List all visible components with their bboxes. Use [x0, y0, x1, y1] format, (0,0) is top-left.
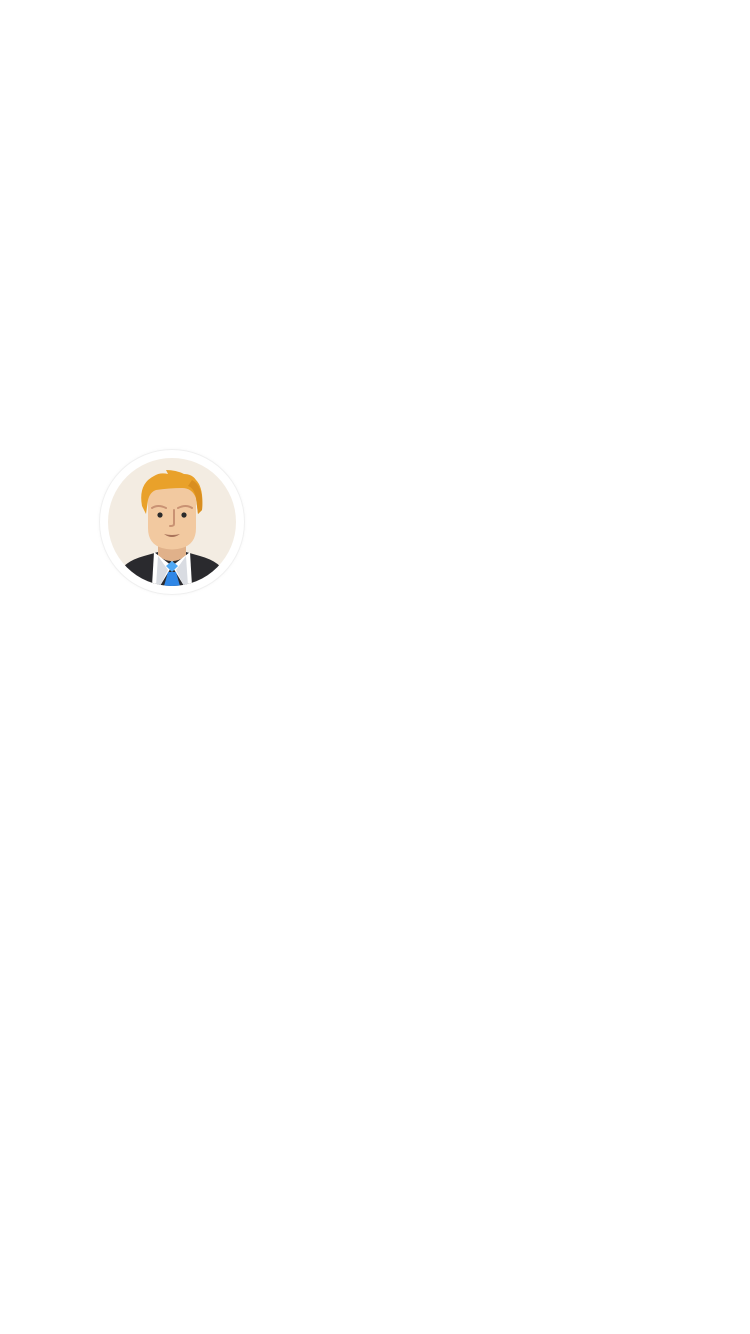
screen — [0, 0, 750, 1334]
user-avatar-icon — [108, 458, 236, 586]
avatar[interactable] — [100, 450, 244, 594]
